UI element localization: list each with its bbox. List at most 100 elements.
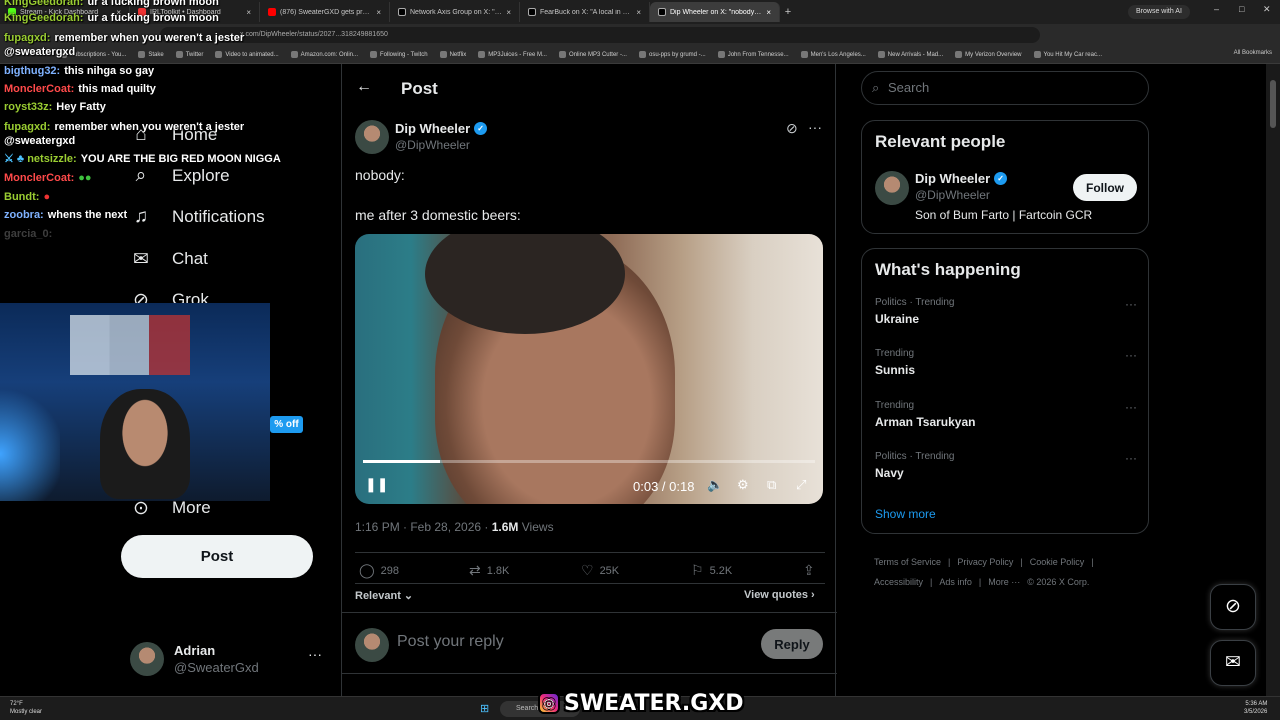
all-bookmarks-button[interactable]: All Bookmarks xyxy=(1234,50,1272,56)
bookmark[interactable]: MP3Juices - Free M... xyxy=(478,51,547,58)
browser-tab-active[interactable]: Dip Wheeler on X: "nobody: me × xyxy=(650,2,780,22)
picture-in-picture-icon[interactable]: ⧉ xyxy=(767,477,776,493)
bookmark[interactable]: Following - Twitch xyxy=(370,51,428,58)
scrollbar-thumb[interactable] xyxy=(1270,80,1276,128)
bookmark[interactable]: Stake xyxy=(138,51,164,58)
tab-close-icon[interactable]: × xyxy=(636,8,641,17)
more-options-icon[interactable]: ··· xyxy=(308,646,322,662)
close-window-icon[interactable]: ✕ xyxy=(1263,4,1271,15)
bookmark-favicon-icon xyxy=(175,51,183,58)
bookmark-favicon-icon xyxy=(717,51,725,58)
browser-tab[interactable]: IRLToolkit • Dashboard × xyxy=(130,2,260,22)
url-field[interactable]: x.com/DipWheeler/status/2027...318249881… xyxy=(160,27,1040,43)
share-action[interactable]: ⇪ xyxy=(803,562,815,579)
settings-gear-icon[interactable]: ⚙ xyxy=(737,477,749,493)
nav-notifications[interactable]: ♫ Notifications xyxy=(130,206,265,228)
tab-close-icon[interactable]: × xyxy=(116,8,121,17)
video-player[interactable]: ❚❚ 0:03 / 0:18 🔈 ⚙ ⧉ ⤢ xyxy=(355,234,823,504)
card-title: Relevant people xyxy=(875,132,1006,151)
pause-icon[interactable]: ❚❚ xyxy=(365,476,388,493)
bookmark[interactable]: Subscriptions - You... xyxy=(60,51,126,58)
show-more-link[interactable]: Show more xyxy=(875,507,936,521)
windows-start-icon[interactable]: ⊞ xyxy=(480,702,489,715)
minimize-icon[interactable]: – xyxy=(1214,4,1219,14)
avatar[interactable] xyxy=(875,171,909,205)
reply-action[interactable]: ◯ 298 xyxy=(359,562,399,579)
repost-action[interactable]: ⇄ 1.8K xyxy=(469,562,509,579)
bookmark[interactable]: Men's Los Angeles... xyxy=(800,51,866,58)
back-arrow-icon[interactable]: ← xyxy=(356,78,372,96)
bookmark[interactable]: osu-pps by grumd -... xyxy=(638,51,706,58)
like-action[interactable]: ♡ 25K xyxy=(581,562,619,579)
browse-with-ai-button[interactable]: Browse with AI xyxy=(1128,5,1190,19)
more-options-icon[interactable]: ··· xyxy=(808,119,822,135)
tab-close-icon[interactable]: × xyxy=(246,8,251,17)
search-box[interactable]: ⌕ xyxy=(861,71,1149,105)
weather-widget[interactable]: 72°F Mostly clear xyxy=(10,700,42,716)
more-options-icon[interactable]: ··· xyxy=(1125,451,1137,465)
footer-link[interactable]: Accessibility xyxy=(874,577,923,587)
nav-home[interactable]: ⌂ Home xyxy=(130,124,217,146)
bookmark-favicon-icon xyxy=(290,51,298,58)
messages-fab-icon[interactable]: ✉ xyxy=(1210,640,1256,686)
author-handle[interactable]: @DipWheeler xyxy=(395,138,470,152)
view-quotes-link[interactable]: View quotes › xyxy=(744,589,815,601)
nav-chat[interactable]: ✉ Chat xyxy=(130,248,208,270)
person-bio: Son of Bum Farto | Fartcoin GCR xyxy=(915,208,1093,222)
system-clock[interactable]: 5:36 AM 3/5/2026 xyxy=(1244,700,1267,716)
maximize-icon[interactable]: □ xyxy=(1239,4,1244,14)
fullscreen-icon[interactable]: ⤢ xyxy=(796,477,806,493)
footer-link[interactable]: More ··· xyxy=(988,577,1020,587)
footer-link[interactable]: Ads info xyxy=(939,577,972,587)
reply-button[interactable]: Reply xyxy=(761,629,823,659)
bookmark[interactable]: You Hit My Car reac... xyxy=(1033,51,1102,58)
bookmark-favicon-icon xyxy=(370,51,378,58)
footer-divider: | xyxy=(1091,557,1094,567)
browser-tab[interactable]: FearBuck on X: "A local in Kuwa × xyxy=(520,2,650,22)
more-options-icon[interactable]: ··· xyxy=(1125,348,1137,362)
person-name[interactable]: Dip Wheeler ✓ xyxy=(915,171,1008,186)
new-tab-button[interactable]: + xyxy=(780,6,796,18)
bookmark-action[interactable]: ⚐ 5.2K xyxy=(691,562,732,579)
bookmark[interactable]: Video to animated... xyxy=(215,51,279,58)
volume-icon[interactable]: 🔈 xyxy=(707,477,723,493)
trend-item[interactable]: Trending Arman Tsarukyan ··· xyxy=(875,400,1137,440)
search-input[interactable] xyxy=(888,80,1128,95)
browser-tab[interactable]: (876) SweaterGXD gets pressed × xyxy=(260,2,390,22)
tab-close-icon[interactable]: × xyxy=(766,8,771,17)
nav-explore[interactable]: ⌕ Explore xyxy=(130,165,230,187)
reply-sort-dropdown[interactable]: Relevant ⌄ xyxy=(355,589,413,602)
bookmark[interactable]: My Verizon Overview xyxy=(955,51,1022,58)
chevron-down-icon: ⌄ xyxy=(403,590,414,602)
footer-link[interactable]: Terms of Service xyxy=(874,557,941,567)
account-switcher[interactable]: Adrian @SweaterGxd ··· xyxy=(130,642,330,678)
trend-item[interactable]: Politics · Trending Ukraine ··· xyxy=(875,297,1137,337)
browser-tab[interactable]: Network Axis Group on X: "This × xyxy=(390,2,520,22)
bookmark[interactable]: New Arrivals - Mad... xyxy=(877,51,943,58)
reply-input[interactable] xyxy=(397,633,697,651)
follow-button[interactable]: Follow xyxy=(1073,174,1137,201)
scrollbar[interactable] xyxy=(1266,64,1280,696)
bookmark[interactable]: Twitter xyxy=(175,51,203,58)
more-options-icon[interactable]: ··· xyxy=(1125,400,1137,414)
grok-fab-icon[interactable]: ⊘ xyxy=(1210,584,1256,630)
tab-close-icon[interactable]: × xyxy=(506,8,511,17)
bookmark[interactable]: Netflix xyxy=(439,51,466,58)
avatar[interactable] xyxy=(355,120,389,154)
bookmark-favicon-icon xyxy=(138,51,146,58)
trend-item[interactable]: Trending Sunnis ··· xyxy=(875,348,1137,388)
author-name[interactable]: Dip Wheeler ✓ xyxy=(395,121,488,136)
bookmark[interactable]: Amazon.com: Onlin... xyxy=(290,51,358,58)
footer-link[interactable]: Cookie Policy xyxy=(1030,557,1085,567)
tweet-text: me after 3 domestic beers: xyxy=(355,207,521,223)
grok-icon[interactable]: ⊘ xyxy=(786,120,798,137)
reply-bubble-icon: ◯ xyxy=(359,562,375,578)
more-options-icon[interactable]: ··· xyxy=(1125,297,1137,311)
bookmark[interactable]: John From Tennesse... xyxy=(717,51,789,58)
footer-link[interactable]: Privacy Policy xyxy=(957,557,1013,567)
bookmark[interactable]: Online MP3 Cutter -... xyxy=(558,51,627,58)
trend-item[interactable]: Politics · Trending Navy ··· xyxy=(875,451,1137,491)
tab-close-icon[interactable]: × xyxy=(376,8,381,17)
browser-tab[interactable]: Stream - Kick Dashboard × xyxy=(0,2,130,22)
post-button[interactable]: Post xyxy=(121,535,313,578)
